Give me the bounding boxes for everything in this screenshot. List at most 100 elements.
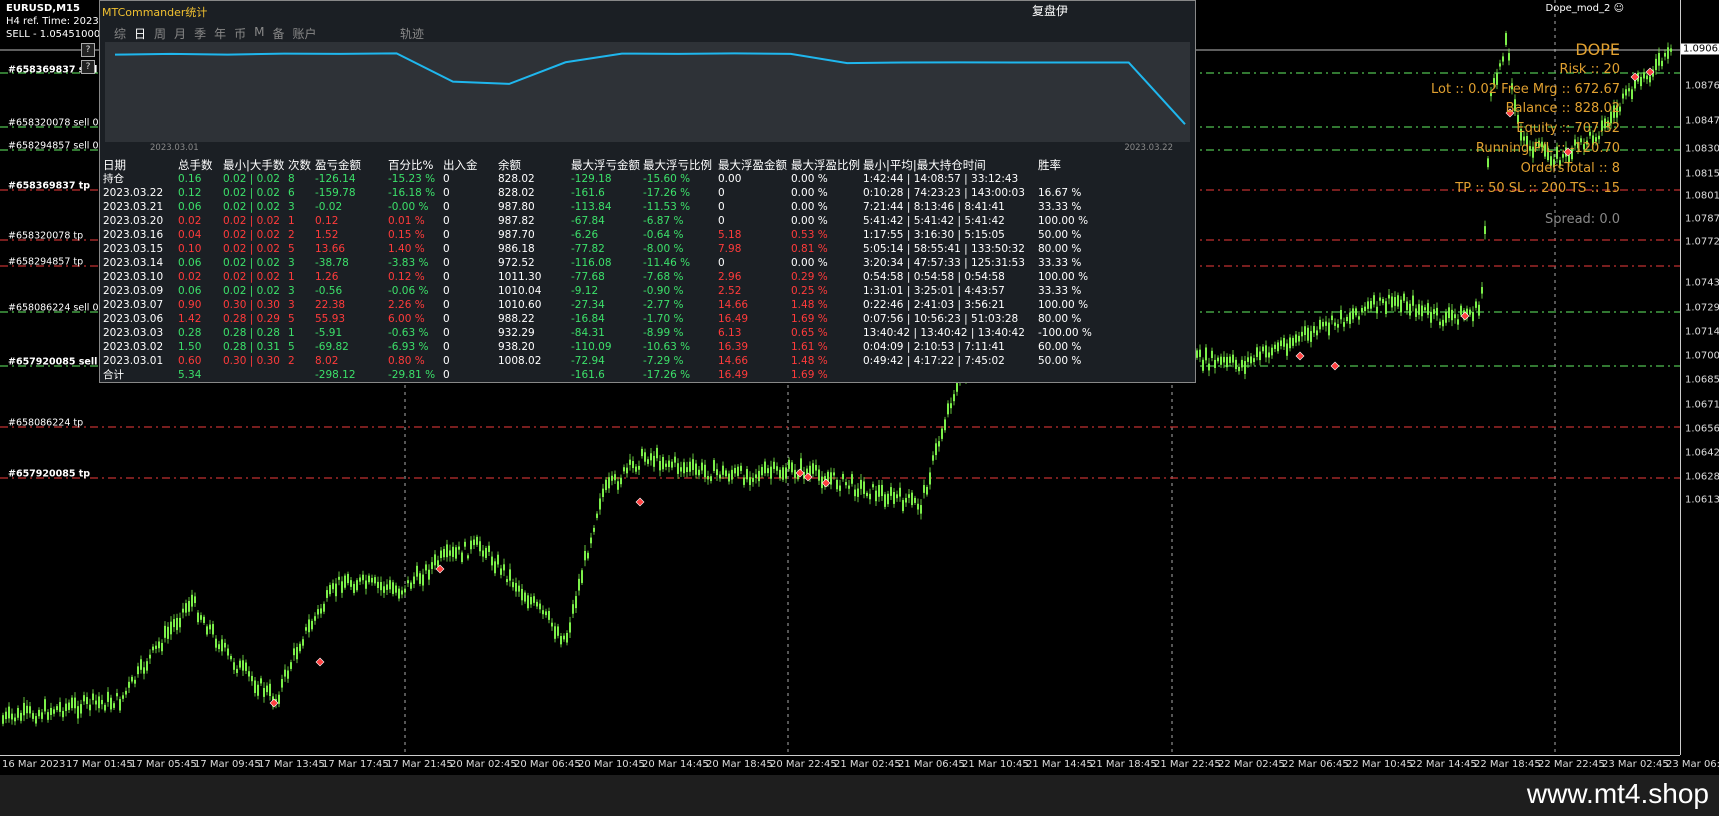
order-label: #658369837 tp [8, 180, 91, 192]
panel-tab[interactable]: 年 [214, 25, 226, 42]
table-cell: 0.02 | 0.02 [223, 173, 280, 185]
dope-lines: Risk :: 20Lot :: 0.02 Free Mrg :: 672.67… [1431, 60, 1620, 199]
table-row[interactable]: 2023.03.21 0.06 0.02 | 0.02 3 -0.02 -0.00 % 0 9… [103, 200, 1188, 214]
table-cell: -8.99 % [643, 327, 684, 339]
table-cell: -0.63 % [388, 327, 429, 339]
table-cell: 0:54:58 | 0:54:58 | 0:54:58 [863, 271, 1005, 283]
table-cell: 100.00 % [1038, 271, 1089, 283]
table-cell: 0 [718, 201, 725, 213]
mtcommander-stats-panel[interactable]: MTCommander统计 复盘伊 综日周月季年币 M 备账户 轨迹 2023.03… [99, 0, 1196, 383]
table-cell: 0.30 | 0.30 [223, 355, 280, 367]
indicator-name: Dope_mod_2 ☺ [1545, 3, 1625, 14]
table-row[interactable]: 2023.03.10 0.02 0.02 | 0.02 1 1.26 0.12 % 0 101… [103, 270, 1188, 284]
table-row[interactable]: 2023.03.02 1.50 0.28 | 0.31 5 -69.82 -6.93 % 0… [103, 340, 1188, 354]
trade-marker [1295, 351, 1305, 361]
panel-tab[interactable]: 备 [272, 25, 284, 42]
panel-tab[interactable]: 账户 [292, 25, 316, 42]
table-row[interactable]: 2023.03.07 0.90 0.30 | 0.30 3 22.38 2.26 % 0 10… [103, 298, 1188, 312]
panel-tab[interactable]: 季 [194, 25, 206, 42]
table-cell: 987.70 [498, 229, 535, 241]
table-row[interactable]: 2023.03.14 0.06 0.02 | 0.02 3 -38.78 -3.83 % 0… [103, 256, 1188, 270]
table-cell: 0.28 [178, 327, 202, 339]
table-row[interactable]: 2023.03.22 0.12 0.02 | 0.02 6 -159.78 -16.18 … [103, 186, 1188, 200]
price-tick: 1.07435 [1685, 277, 1719, 289]
table-cell: -72.94 [571, 355, 605, 367]
table-cell: 0.02 | 0.02 [223, 285, 280, 297]
balance-graph-svg [114, 52, 1186, 125]
table-cell: 6 [288, 187, 295, 199]
table-cell: 0.28 | 0.28 [223, 327, 280, 339]
dope-line: Risk :: 20 [1559, 61, 1620, 77]
table-cell: 7:21:44 | 8:13:46 | 8:41:41 [863, 201, 1005, 213]
table-cell: 2023.03.16 [103, 229, 164, 241]
table-cell: 0.00 [718, 173, 742, 185]
table-row[interactable]: 2023.03.06 1.42 0.28 | 0.29 5 55.93 6.00 % 0 98… [103, 312, 1188, 326]
table-cell: 6.13 [718, 327, 742, 339]
footer-bar: www.mt4.shop [0, 775, 1719, 816]
trade-marker [315, 657, 325, 667]
time-tick: 22 Mar 06:45 [1282, 759, 1349, 770]
table-cell: 0.29 % [791, 271, 828, 283]
table-cell: 987.82 [498, 215, 535, 227]
time-tick: 20 Mar 18:45 [706, 759, 773, 770]
panel-tab[interactable]: 币 [234, 25, 246, 42]
table-cell: 0.28 | 0.29 [223, 313, 280, 325]
time-tick: 20 Mar 22:45 [770, 759, 837, 770]
table-cell: 0.06 [178, 201, 202, 213]
price-tick: 1.07145 [1685, 326, 1719, 338]
table-row[interactable]: 2023.03.15 0.10 0.02 | 0.02 5 13.66 1.40 % 0 98… [103, 242, 1188, 256]
table-cell: 0.90 [178, 299, 202, 311]
panel-tab[interactable]: 日 [134, 25, 146, 42]
table-cell: -0.64 % [643, 229, 684, 241]
table-row[interactable]: 2023.03.09 0.06 0.02 | 0.02 3 -0.56 -0.06 % 0 1… [103, 284, 1188, 298]
stats-table-body: 持仓 0.16 0.02 | 0.02 8 -126.14 -15.23 % 0 828.02… [103, 172, 1188, 368]
time-tick: 22 Mar 14:45 [1410, 759, 1477, 770]
table-cell: -116.08 [571, 257, 612, 269]
table-cell: -2.77 % [643, 299, 684, 311]
price-chart[interactable]: EURUSD,M15 H4 ref. Time: 2023.02.24 20:0… [0, 0, 1680, 755]
table-cell: 8 [288, 173, 295, 185]
panel-tab[interactable]: 月 [174, 25, 186, 42]
table-cell: 988.22 [498, 313, 535, 325]
table-row[interactable]: 2023.03.20 0.02 0.02 | 0.02 1 0.12 0.01 % 0 987… [103, 214, 1188, 228]
table-cell: 1010.04 [498, 285, 542, 297]
price-tick: 1.08765 [1685, 80, 1719, 92]
table-cell: 0 [443, 369, 450, 381]
price-tick: 1.06135 [1685, 494, 1719, 506]
table-cell: -38.78 [315, 257, 349, 269]
table-header-cell: 总手数 [178, 158, 213, 172]
table-cell: 50.00 % [1038, 355, 1082, 367]
dope-line: Running P/L :: -120.70 [1475, 140, 1620, 156]
table-row[interactable]: 持仓 0.16 0.02 | 0.02 8 -126.14 -15.23 % 0 828.02… [103, 172, 1188, 186]
table-cell: 33.33 % [1038, 285, 1082, 297]
table-cell: -0.90 % [643, 285, 684, 297]
table-cell: 2023.03.22 [103, 187, 164, 199]
table-row[interactable]: 2023.03.03 0.28 0.28 | 0.28 1 -5.91 -0.63 % 0 9… [103, 326, 1188, 340]
panel-tab[interactable]: 周 [154, 25, 166, 42]
panel-replay-label[interactable]: 复盘伊 [1032, 2, 1068, 19]
tab-track[interactable]: 轨迹 [400, 25, 424, 42]
panel-tab[interactable]: 综 [114, 25, 126, 42]
table-row[interactable]: 2023.03.16 0.04 0.02 | 0.02 2 1.52 0.15 % 0 987… [103, 228, 1188, 242]
table-cell: 2.52 [718, 285, 742, 297]
panel-tab[interactable]: M [254, 25, 264, 42]
table-header-cell: 最大浮盈金额 [718, 158, 787, 172]
table-header-cell: 次数 [288, 158, 311, 172]
table-cell: 0.01 % [388, 215, 425, 227]
dope-line: Lot :: 0.02 Free Mrg :: 672.67 [1431, 81, 1620, 97]
table-cell: 0.60 [178, 355, 202, 367]
help-icon[interactable]: ? [81, 43, 95, 57]
table-cell: 0.81 % [791, 243, 828, 255]
table-cell: 2023.03.01 [103, 355, 164, 367]
table-cell: 2023.03.20 [103, 215, 164, 227]
table-cell: 14.66 [718, 299, 749, 311]
table-cell: 1010.60 [498, 299, 542, 311]
table-row[interactable]: 2023.03.01 0.60 0.30 | 0.30 2 8.02 0.80 % 0 100… [103, 354, 1188, 368]
time-tick: 22 Mar 18:45 [1474, 759, 1541, 770]
table-cell: 2023.03.02 [103, 341, 164, 353]
table-cell: 13.66 [315, 243, 346, 255]
help-icon-2[interactable]: ? [81, 60, 95, 74]
table-cell: 0.02 | 0.02 [223, 215, 280, 227]
table-cell: 5 [288, 243, 295, 255]
table-cell: 0:10:28 | 74:23:23 | 143:00:03 [863, 187, 1025, 199]
